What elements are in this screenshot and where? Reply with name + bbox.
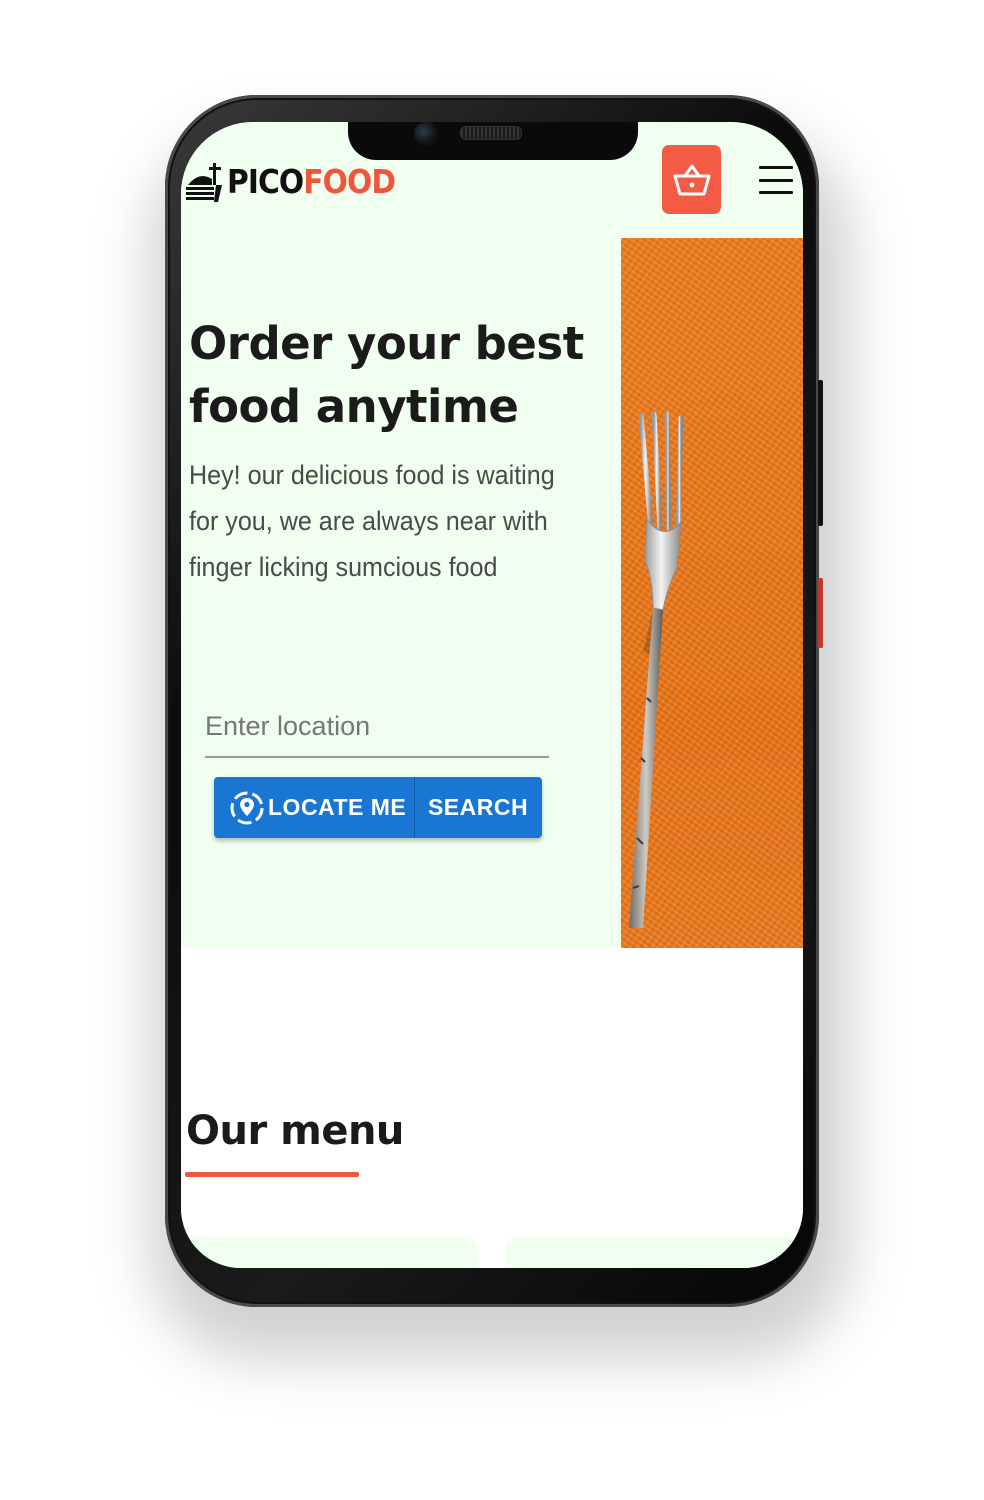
search-label: SEARCH [427,794,529,820]
search-button[interactable]: SEARCH [415,777,541,838]
menu-title-underline [185,1172,359,1177]
hero-section: PICOFOOD Order your best food anytime He… [181,122,803,948]
hamburger-menu-icon[interactable] [759,166,793,194]
hero-title: Order your best food anytime [189,317,584,433]
location-target-icon [230,791,264,824]
logo-text-pico: PICO [227,161,304,201]
menu-line [759,178,793,182]
logo[interactable]: PICOFOOD [185,158,414,204]
locate-me-label: LOCATE ME [268,794,407,820]
location-input[interactable] [205,696,549,758]
menu-title: Our menu [186,1108,404,1154]
hero-description: Hey! our delicious food is waiting for y… [189,460,555,582]
logo-text-food: FOOD [303,161,396,201]
logo-text: PICOFOOD [227,161,396,201]
power-button [818,380,823,526]
fork-illustration [629,411,684,928]
front-camera [414,122,438,146]
cart-button[interactable] [662,145,721,214]
hero-fork-image [621,238,803,948]
side-button [818,578,823,648]
menu-section: Our menu [181,948,803,1268]
locate-me-button[interactable]: LOCATE ME [214,777,415,838]
earpiece-speaker [460,126,522,140]
menu-card[interactable] [505,1236,803,1268]
location-button-group: LOCATE ME SEARCH [214,777,542,838]
menu-line [759,191,793,194]
food-tray-icon [186,163,222,202]
menu-line [759,166,793,169]
notch [348,122,638,160]
menu-card[interactable] [185,1236,477,1268]
shopping-basket-icon [673,164,710,195]
phone-screen: PICOFOOD Order your best food anytime He… [181,122,803,1268]
